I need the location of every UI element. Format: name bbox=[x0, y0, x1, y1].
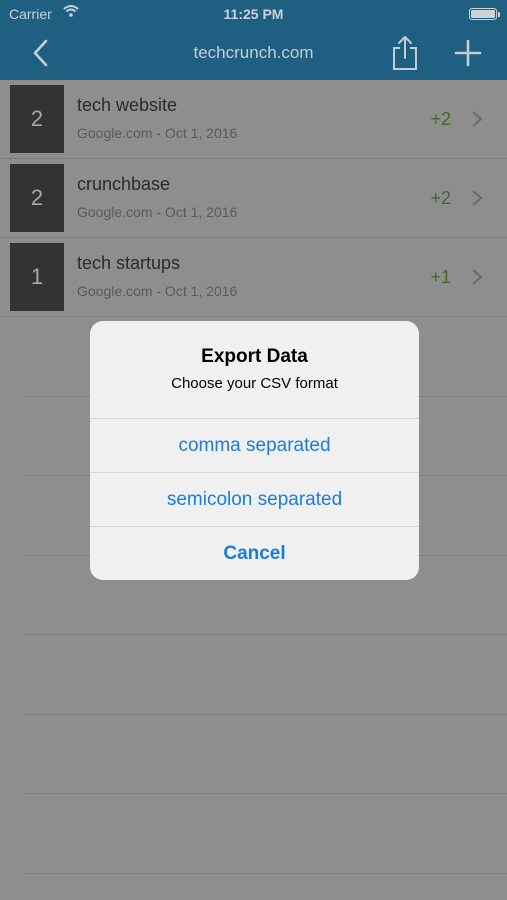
empty-row-divider bbox=[25, 793, 507, 794]
empty-row-divider bbox=[25, 873, 507, 874]
source-date-label: Google.com - Oct 1, 2016 bbox=[77, 125, 238, 141]
keyword-label: tech startups bbox=[77, 253, 181, 273]
keyword-label: tech website bbox=[77, 95, 178, 115]
keyword-label: crunchbase bbox=[77, 174, 171, 194]
page-title: techcrunch.com bbox=[193, 43, 314, 62]
chevron-right-icon bbox=[472, 190, 483, 206]
export-dialog: Export Data Choose your CSV format comma… bbox=[90, 321, 419, 580]
empty-row-divider bbox=[25, 714, 507, 715]
chevron-right-icon bbox=[472, 269, 483, 285]
dialog-message: Choose your CSV format bbox=[171, 375, 338, 392]
dialog-title: Export Data bbox=[201, 346, 308, 367]
nav-bar: techcrunch.com bbox=[0, 28, 507, 80]
rank-count-badge: 2 bbox=[10, 85, 64, 153]
share-icon[interactable] bbox=[390, 34, 420, 72]
cancel-button[interactable]: Cancel bbox=[90, 527, 419, 580]
chevron-right-icon bbox=[472, 111, 483, 127]
rank-count-badge: 2 bbox=[10, 164, 64, 232]
semicolon-separated-button[interactable]: semicolon separated bbox=[90, 473, 419, 527]
list-item[interactable]: 2 crunchbase Google.com - Oct 1, 2016 +2 bbox=[0, 159, 507, 238]
list-item[interactable]: 1 tech startups Google.com - Oct 1, 2016… bbox=[0, 238, 507, 317]
dialog-header: Export Data Choose your CSV format bbox=[90, 321, 419, 419]
rank-change-label: +2 bbox=[430, 109, 451, 129]
comma-separated-button[interactable]: comma separated bbox=[90, 419, 419, 473]
battery-icon bbox=[469, 8, 500, 20]
rank-count-badge: 1 bbox=[10, 243, 64, 311]
source-date-label: Google.com - Oct 1, 2016 bbox=[77, 283, 238, 299]
list-item[interactable]: 2 tech website Google.com - Oct 1, 2016 … bbox=[0, 80, 507, 159]
rank-change-label: +1 bbox=[430, 267, 451, 287]
status-bar: Carrier 11:25 PM bbox=[0, 0, 507, 28]
rank-change-label: +2 bbox=[430, 188, 451, 208]
status-time: 11:25 PM bbox=[223, 6, 284, 22]
add-icon[interactable] bbox=[452, 38, 484, 68]
source-date-label: Google.com - Oct 1, 2016 bbox=[77, 204, 238, 220]
keyword-list: 2 tech website Google.com - Oct 1, 2016 … bbox=[0, 80, 507, 317]
empty-row-divider bbox=[25, 634, 507, 635]
